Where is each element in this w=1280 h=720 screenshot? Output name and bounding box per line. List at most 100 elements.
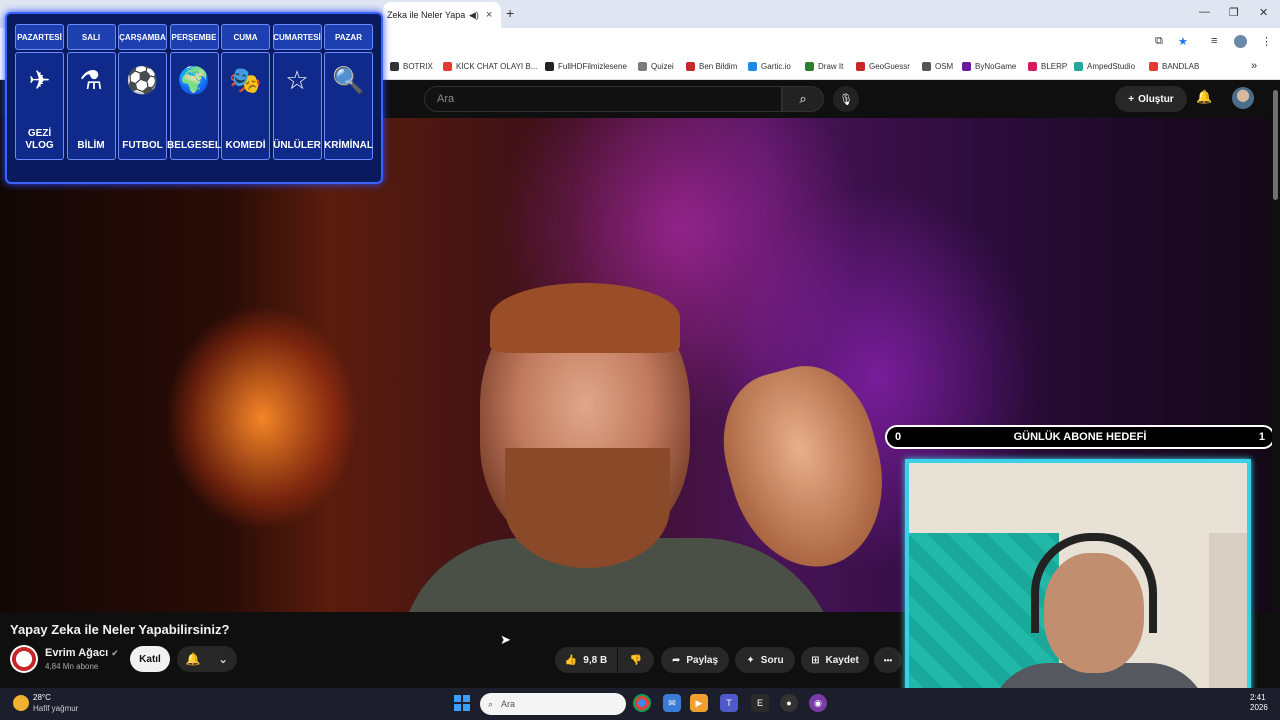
schedule-day-name: PAZARTESİ: [15, 24, 64, 50]
share-label: Paylaş: [686, 654, 719, 666]
bookmark-label: FullHDFilmizlesene: [558, 62, 627, 71]
schedule-day-card: 🔍 KRİMİNAL: [324, 52, 373, 160]
start-button[interactable]: [454, 695, 470, 711]
bookmark-item[interactable]: KİCK CHAT OLAYI B...: [443, 62, 537, 71]
bookmark-item[interactable]: AmpedStudio: [1074, 62, 1135, 71]
new-tab-button[interactable]: +: [506, 5, 514, 21]
headset-icon: [1031, 533, 1157, 633]
save-icon: ⊞: [811, 654, 820, 666]
media-taskbar-icon[interactable]: ▶: [690, 694, 708, 712]
schedule-category: KOMEDİ: [225, 139, 266, 151]
globe-icon: 🌍: [177, 65, 211, 95]
bookmark-item[interactable]: BLERP: [1028, 62, 1067, 71]
sparkle-icon: ✦: [746, 654, 755, 666]
join-button[interactable]: Katıl: [130, 646, 170, 672]
channel-avatar[interactable]: [10, 645, 38, 673]
presenter-hair: [490, 283, 680, 353]
schedule-category: BELGESEL: [167, 139, 221, 151]
mail-taskbar-icon[interactable]: ✉: [663, 694, 681, 712]
bookmark-label: BANDLAB: [1162, 62, 1200, 71]
voice-search-button[interactable]: 🎙: [833, 86, 859, 112]
bookmark-item[interactable]: Quizei: [638, 62, 674, 71]
schedule-day-3: PERŞEMBE 🌍 BELGESEL: [167, 24, 221, 172]
goal-target: 1: [1258, 431, 1265, 443]
media-control-icon[interactable]: ≡: [1211, 35, 1217, 47]
save-button[interactable]: ⊞ Kaydet: [801, 647, 869, 673]
schedule-day-card: 🎭 KOMEDİ: [221, 52, 270, 160]
close-window-icon[interactable]: ✕: [1259, 6, 1268, 19]
weather-icon[interactable]: [13, 695, 29, 711]
chevron-down-icon: ⌄: [218, 652, 229, 666]
bookmark-favicon-icon: [443, 62, 452, 71]
bookmark-label: GeoGuessr: [869, 62, 910, 71]
bookmark-star-icon[interactable]: ★: [1178, 35, 1188, 48]
schedule-day-card: ☆ ÜNLÜLER: [272, 52, 322, 160]
microphone-icon: 🎙: [839, 93, 853, 106]
subscriber-goal-bar: 0 GÜNLÜK ABONE HEDEFİ 1: [885, 425, 1275, 449]
create-button[interactable]: + Oluştur: [1115, 86, 1187, 112]
chrome-taskbar-icon[interactable]: [633, 694, 651, 712]
schedule-day-card: ⚗ BİLİM: [66, 52, 116, 160]
football-icon: ⚽: [126, 65, 159, 95]
install-app-icon[interactable]: ⧉: [1155, 35, 1163, 48]
app-taskbar-icon[interactable]: ◉: [809, 694, 827, 712]
like-button[interactable]: 👍 9,8 B: [555, 647, 617, 673]
teams-taskbar-icon[interactable]: T: [720, 694, 738, 712]
ask-button[interactable]: ✦ Soru: [735, 647, 795, 673]
restore-icon[interactable]: ❐: [1229, 6, 1239, 19]
bookmark-favicon-icon: [748, 62, 757, 71]
schedule-category: FUTBOL: [122, 139, 163, 151]
star-icon: ☆: [285, 65, 309, 95]
bookmark-item[interactable]: Draw It: [805, 62, 843, 71]
chrome-menu-icon[interactable]: ⋮: [1261, 35, 1272, 48]
plus-icon: +: [1128, 93, 1135, 105]
search-icon: ⌕: [488, 698, 494, 709]
taskbar-search[interactable]: ⌕ Ara: [480, 693, 626, 715]
share-button[interactable]: ➦ Paylaş: [661, 647, 729, 673]
schedule-day-card: 🌍 BELGESEL: [167, 52, 221, 160]
dislike-button[interactable]: 👎: [618, 647, 654, 673]
create-label: Oluştur: [1138, 93, 1174, 105]
ask-label: Soru: [760, 654, 784, 666]
close-tab-icon[interactable]: ×: [486, 9, 492, 21]
more-actions-button[interactable]: •••: [874, 647, 902, 673]
channel-name[interactable]: Evrim Ağacı ✔: [45, 647, 119, 659]
bookmark-item[interactable]: FullHDFilmizlesene: [545, 62, 627, 71]
schedule-day-name: CUMA: [221, 24, 270, 50]
scrollbar-thumb[interactable]: [1273, 90, 1278, 200]
speaker-icon[interactable]: ◀): [469, 10, 479, 21]
schedule-day-card: ⚽ FUTBOL: [118, 52, 167, 160]
notification-bell-icon: 🔔: [185, 652, 201, 666]
science-icon: ⚗: [79, 65, 103, 95]
bookmark-item[interactable]: Gartic.io: [748, 62, 791, 71]
bookmark-item[interactable]: OSM: [922, 62, 953, 71]
browser-tab[interactable]: Zeka ile Neler Yapab ◀) ×: [383, 2, 501, 28]
minimize-icon[interactable]: —: [1199, 6, 1210, 18]
mouse-cursor-icon: ➤: [500, 632, 511, 647]
bookmarks-more[interactable]: »: [1251, 60, 1257, 72]
share-icon: ➦: [671, 654, 681, 666]
obs-taskbar-icon[interactable]: ●: [780, 694, 798, 712]
bookmark-favicon-icon: [962, 62, 971, 71]
bookmark-item[interactable]: GeoGuessr: [856, 62, 910, 71]
search-button[interactable]: ⌕: [782, 86, 824, 112]
bookmark-favicon-icon: [922, 62, 931, 71]
bookmark-item[interactable]: BOTRIX: [390, 62, 433, 71]
bookmark-item[interactable]: Ben Bildim: [686, 62, 737, 71]
taskbar-clock[interactable]: 2:41 2026: [1250, 693, 1268, 714]
bookmark-favicon-icon: [805, 62, 814, 71]
bookmark-favicon-icon: [1149, 62, 1158, 71]
bookmark-favicon-icon: [1028, 62, 1037, 71]
subscribed-button[interactable]: 🔔 ⌄: [177, 646, 237, 672]
schedule-category: KRİMİNAL: [324, 139, 373, 151]
epic-games-taskbar-icon[interactable]: E: [751, 694, 769, 712]
bookmark-label: Draw It: [818, 62, 844, 71]
bookmark-item[interactable]: ByNoGame: [962, 62, 1016, 71]
schedule-day-name: CUMARTESİ: [272, 24, 322, 50]
notifications-bell-icon[interactable]: 🔔: [1196, 89, 1212, 105]
search-input[interactable]: Ara: [424, 86, 782, 112]
schedule-day-0: PAZARTESİ ✈ GEZİ VLOG: [15, 24, 64, 172]
profile-avatar[interactable]: [1234, 35, 1247, 48]
account-avatar[interactable]: [1232, 87, 1254, 109]
bookmark-item[interactable]: BANDLAB: [1149, 62, 1199, 71]
